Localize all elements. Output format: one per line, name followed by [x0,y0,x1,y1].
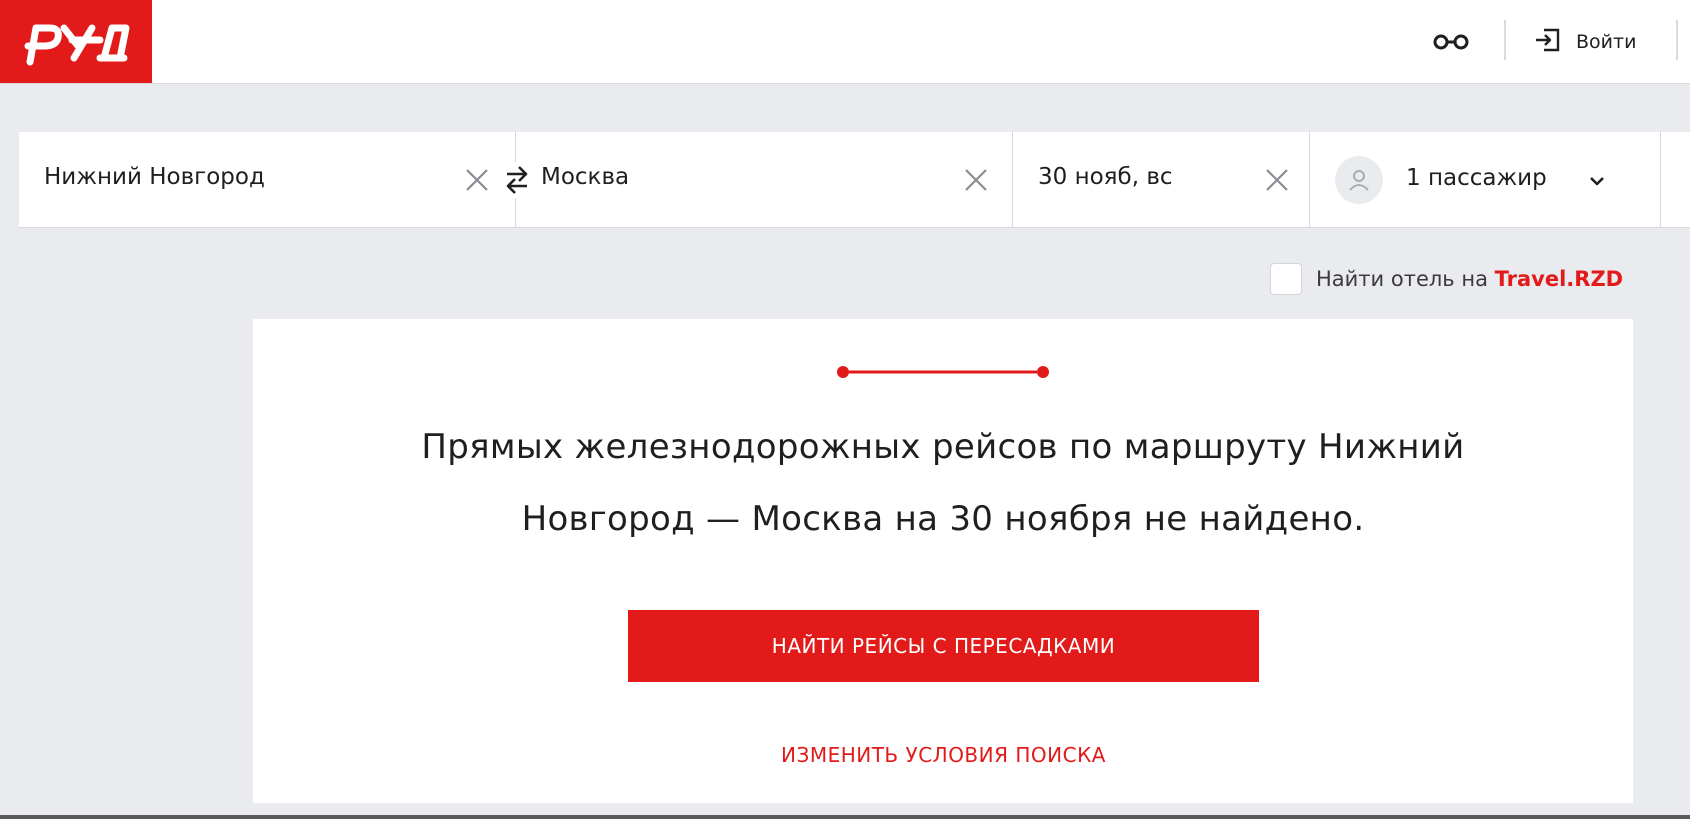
chevron-down-icon[interactable] [1586,170,1608,192]
no-results-card: Прямых железнодорожных рейсов по маршрут… [253,319,1633,803]
find-hotel-text: Найти отель на [1316,267,1495,291]
find-hotel-checkbox[interactable] [1270,263,1302,295]
message-line-1: Прямых железнодорожных рейсов по маршрут… [421,427,1465,467]
close-icon[interactable] [463,166,491,194]
login-label: Войти [1576,31,1637,53]
no-results-message: Прямых железнодорожных рейсов по маршрут… [313,411,1573,555]
to-station-value[interactable]: Москва [541,164,629,190]
find-hotel-label: Найти отель на Travel.RZD [1316,267,1623,291]
date-field[interactable]: 30 нояб, вс [1013,132,1310,228]
route-line-icon [837,366,1049,378]
bottom-edge [0,815,1690,819]
rzd-logo[interactable] [0,0,152,83]
date-value[interactable]: 30 нояб, вс [1038,164,1173,190]
change-search-link[interactable]: ИЗМЕНИТЬ УСЛОВИЯ ПОИСКА [628,735,1259,775]
glasses-icon[interactable] [1428,26,1474,58]
login-icon [1534,26,1562,58]
find-transfers-button[interactable]: НАЙТИ РЕЙСЫ С ПЕРЕСАДКАМИ [628,610,1259,682]
header-divider [1504,20,1506,60]
user-icon [1335,156,1383,204]
from-station-field[interactable]: Нижний Новгород [19,132,516,228]
passengers-value: 1 пассажир [1406,165,1547,191]
from-station-value[interactable]: Нижний Новгород [44,164,265,190]
search-form: Нижний Новгород Москва 30 нояб, вс 1 пас… [19,132,1690,228]
rzd-logo-mark [24,24,130,65]
close-icon[interactable] [1263,166,1291,194]
login-button[interactable]: Войти [1534,22,1636,62]
to-station-field[interactable]: Москва [516,132,1013,228]
find-hotel-option[interactable]: Найти отель на Travel.RZD [1270,263,1623,295]
close-icon[interactable] [962,166,990,194]
header-divider [1676,20,1678,60]
message-line-2: Новгород — Москва на 30 ноября не найден… [521,499,1365,539]
passengers-field[interactable]: 1 пассажир [1310,132,1661,228]
travel-rzd-link[interactable]: Travel.RZD [1495,267,1623,291]
site-header: Войти [0,0,1690,84]
